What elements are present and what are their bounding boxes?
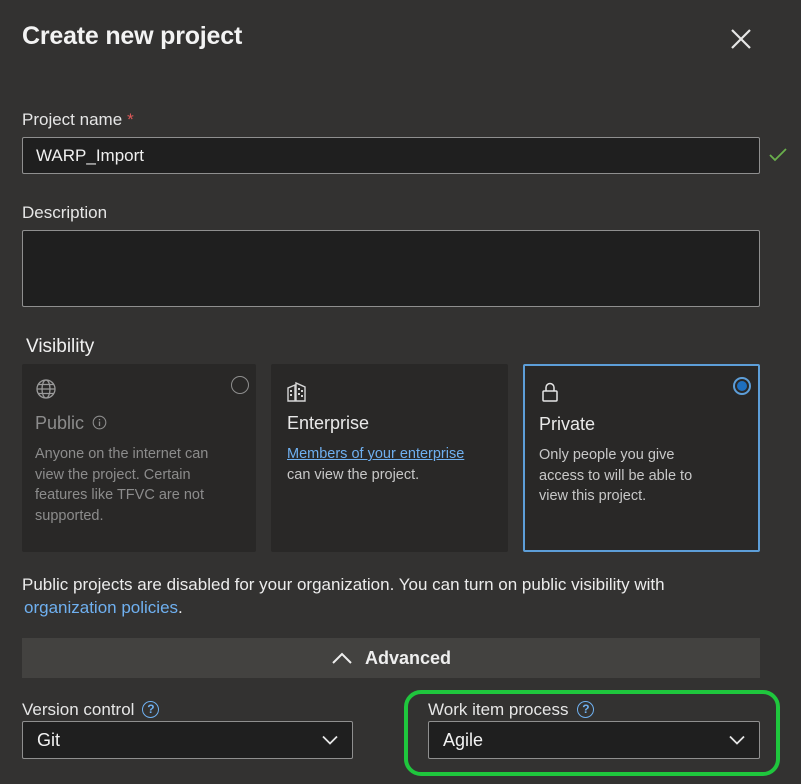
info-icon — [92, 415, 107, 430]
project-name-label: Project name * — [22, 110, 134, 129]
project-name-input[interactable] — [22, 137, 760, 174]
version-control-dropdown[interactable]: Git — [22, 721, 353, 759]
visibility-option-description: Members of your enterprise can view the … — [287, 446, 465, 483]
advanced-label: Advanced — [364, 647, 452, 668]
chevron-up-icon — [332, 652, 352, 664]
radio-private[interactable] — [733, 377, 751, 395]
lock-icon — [542, 382, 558, 402]
public-visibility-note: Public projects are disabled for your or… — [22, 575, 665, 617]
building-icon — [287, 381, 306, 402]
globe-icon — [36, 379, 56, 399]
version-control-label: Version control? — [22, 700, 160, 720]
visibility-option-description: Only people you give access to will be a… — [539, 447, 693, 504]
description-label: Description — [22, 203, 108, 222]
visibility-option-title: Enterprise — [287, 413, 370, 433]
dialog-title: Create new project — [22, 22, 243, 50]
description-input[interactable] — [22, 230, 760, 307]
help-icon[interactable]: ? — [142, 700, 160, 718]
version-control-value: Git — [37, 729, 61, 750]
close-button[interactable] — [724, 22, 758, 56]
visibility-card-public[interactable]: Public Anyone on the internet can view t… — [22, 364, 256, 552]
visibility-option-title: Private — [539, 414, 596, 434]
visibility-card-enterprise[interactable]: Enterprise Members of your enterprise ca… — [271, 364, 508, 552]
highlight-annotation — [404, 690, 780, 776]
visibility-heading: Visibility — [26, 336, 95, 357]
radio-public[interactable] — [231, 376, 249, 394]
visibility-card-private[interactable]: Private Only people you give access to w… — [523, 364, 760, 552]
close-icon — [731, 29, 751, 49]
organization-policies-link[interactable]: organization policies — [24, 598, 178, 617]
required-marker: * — [127, 110, 134, 129]
chevron-down-icon — [322, 735, 338, 745]
advanced-toggle-button[interactable]: Advanced — [22, 638, 760, 678]
members-of-enterprise-link[interactable]: Members of your enterprise — [287, 446, 464, 462]
valid-check-icon — [769, 148, 787, 162]
visibility-option-description: Anyone on the internet can view the proj… — [35, 446, 209, 524]
visibility-option-title: Public — [35, 413, 107, 434]
